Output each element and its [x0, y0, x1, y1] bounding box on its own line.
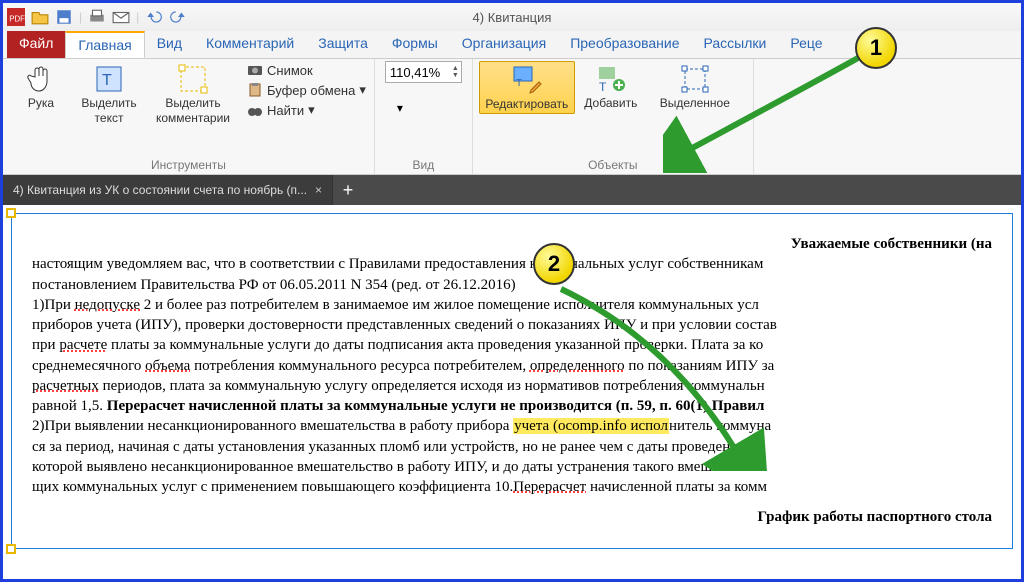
open-icon[interactable]: [31, 8, 49, 26]
group-view-label: Вид: [381, 156, 466, 174]
tab-home[interactable]: Главная: [65, 31, 144, 58]
zoom-input[interactable]: [386, 65, 450, 80]
svg-text:T: T: [102, 72, 112, 89]
save-icon[interactable]: [55, 8, 73, 26]
group-tools: Рука T Выделить текст Выделить комментар…: [3, 59, 375, 174]
email-icon[interactable]: [112, 8, 130, 26]
svg-text:PDF: PDF: [9, 15, 25, 24]
select-comments-icon: [177, 63, 209, 95]
selection-handle-icon[interactable]: [6, 208, 16, 218]
zoom-down-icon[interactable]: ▼: [452, 72, 459, 79]
arrow-2-icon: [551, 281, 781, 471]
clipboard-button[interactable]: Буфер обмена ▾: [245, 81, 368, 99]
snapshot-button[interactable]: Снимок: [245, 61, 368, 79]
document-tab-title: 4) Квитанция из УК о состоянии счета по …: [13, 183, 307, 197]
camera-icon: [247, 62, 263, 78]
callout-2: 2: [533, 243, 575, 285]
group-view: ▲▼ ▾ Вид: [375, 59, 473, 174]
doc-line: которой выявлено несанкционированное вме…: [32, 457, 992, 477]
doc-line: настоящим уведомляем вас, что в соответс…: [32, 254, 992, 274]
group-tools-label: Инструменты: [9, 156, 368, 174]
binoculars-icon: [247, 102, 263, 118]
edit-icon: T: [511, 64, 543, 96]
doc-line: при расчете платы за коммунальные услуги…: [32, 335, 992, 355]
document-tab[interactable]: 4) Квитанция из УК о состоянии счета по …: [3, 175, 333, 205]
find-button[interactable]: Найти ▾: [245, 101, 368, 119]
undo-icon[interactable]: [145, 8, 163, 26]
doc-line: расчетных периодов, плата за коммунальну…: [32, 376, 992, 396]
select-text-icon: T: [93, 63, 125, 95]
doc-line: приборов учета (ИПУ), проверки достоверн…: [32, 315, 992, 335]
selection-handle-icon[interactable]: [6, 544, 16, 554]
tab-comment[interactable]: Комментарий: [194, 31, 306, 58]
doc-footer: График работы паспортного стола: [32, 507, 992, 527]
doc-heading: Уважаемые собственники (на: [32, 234, 992, 254]
hand-icon: [25, 63, 57, 95]
tab-file[interactable]: Файл: [7, 31, 65, 58]
redo-icon[interactable]: [169, 8, 187, 26]
doc-line: щих коммунальных услуг с применением пов…: [32, 477, 992, 497]
doc-line: постановлением Правительства РФ от 06.05…: [32, 275, 992, 295]
select-comments-button[interactable]: Выделить комментарии: [145, 61, 241, 127]
zoom-up-icon[interactable]: ▲: [452, 65, 459, 72]
zoom-spinbox[interactable]: ▲▼: [385, 61, 462, 83]
clipboard-icon: [247, 82, 263, 98]
tab-view[interactable]: Вид: [145, 31, 194, 58]
hand-tool-button[interactable]: Рука: [9, 61, 73, 112]
tab-protect[interactable]: Защита: [306, 31, 380, 58]
doc-line: 1)При недопуске 2 и более раз потребител…: [32, 295, 992, 315]
add-tab-button[interactable]: +: [333, 175, 363, 205]
doc-line: ся за период, начиная с даты установлени…: [32, 437, 992, 457]
close-tab-icon[interactable]: ×: [315, 183, 322, 197]
tab-organize[interactable]: Организация: [450, 31, 558, 58]
doc-line: равной 1,5. Перерасчет начисленной платы…: [32, 396, 992, 416]
print-icon[interactable]: [88, 8, 106, 26]
callout-1: 1: [855, 27, 897, 69]
svg-text:T: T: [516, 78, 522, 89]
document-page[interactable]: Уважаемые собственники (на настоящим уве…: [11, 213, 1013, 549]
quick-access-toolbar: PDF | | 4) Квитанция: [3, 3, 1021, 31]
doc-line: среднемесячного объема потребления комму…: [32, 356, 992, 376]
tab-forms[interactable]: Формы: [380, 31, 450, 58]
arrow-1-icon: [663, 43, 873, 173]
add-icon: T: [595, 63, 627, 95]
doc-line: 2)При выявлении несанкционированного вме…: [32, 416, 992, 436]
window-title: 4) Квитанция: [473, 10, 552, 25]
document-tabs: 4) Квитанция из УК о состоянии счета по …: [3, 175, 1021, 205]
more-view-icon[interactable]: ▾: [397, 101, 403, 115]
svg-text:T: T: [599, 80, 607, 94]
app-icon: PDF: [7, 8, 25, 26]
edit-button[interactable]: T Редактировать: [479, 61, 575, 114]
add-button[interactable]: T Добавить: [579, 61, 643, 112]
select-text-button[interactable]: T Выделить текст: [77, 61, 141, 127]
